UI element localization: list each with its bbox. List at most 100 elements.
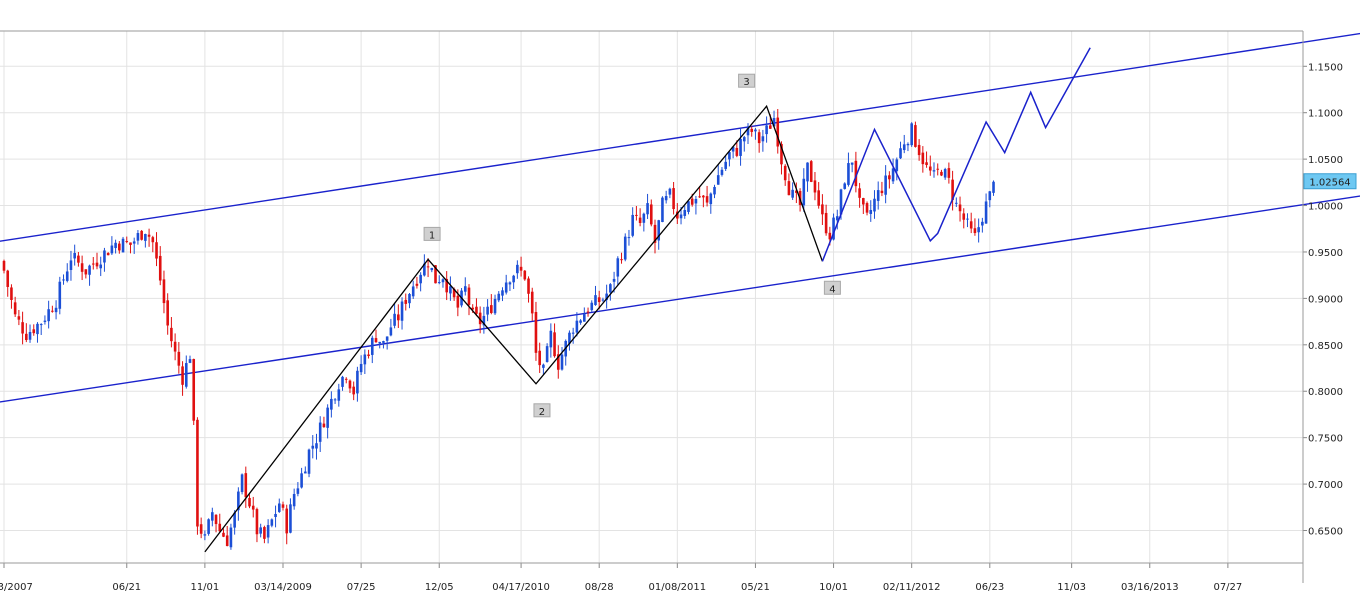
candle-body bbox=[62, 279, 65, 281]
candle-body bbox=[32, 329, 36, 334]
chart-svg: 1 2 3 4 1.1500 1.1000 1.0500 1.0000 0.9500 0.900… bbox=[0, 30, 1360, 593]
candle-body bbox=[888, 175, 891, 180]
candle-body bbox=[129, 242, 132, 245]
candle-body bbox=[891, 168, 895, 182]
candle-body bbox=[173, 341, 177, 352]
candle-body bbox=[761, 136, 765, 142]
candle-body bbox=[802, 178, 806, 206]
candle-body bbox=[218, 523, 222, 532]
candle-body bbox=[43, 320, 47, 322]
candle-body bbox=[969, 221, 973, 229]
candle-body bbox=[348, 380, 352, 389]
candle-body bbox=[344, 378, 348, 380]
candle-body bbox=[501, 290, 504, 296]
candle-body bbox=[103, 250, 106, 263]
candle-body bbox=[921, 152, 925, 165]
x-tick-label: 01/08/2011 bbox=[648, 582, 706, 593]
candle-body bbox=[490, 305, 493, 313]
candle-body bbox=[158, 255, 162, 281]
candle-body bbox=[612, 278, 616, 282]
candle-body bbox=[884, 175, 887, 195]
candle-body bbox=[493, 298, 497, 314]
x-tick-label: 06/21 bbox=[112, 582, 141, 593]
candle-body bbox=[110, 245, 114, 254]
candle-body bbox=[95, 262, 99, 267]
candle-body bbox=[992, 181, 995, 193]
candle-body bbox=[850, 162, 854, 165]
candle-body bbox=[36, 323, 39, 335]
candle-body bbox=[928, 166, 932, 171]
y-tick-label: 0.8000 bbox=[1308, 387, 1343, 398]
candle-body bbox=[661, 197, 664, 223]
candle-body bbox=[285, 508, 289, 534]
candle-body bbox=[144, 234, 147, 241]
candle-body bbox=[121, 238, 125, 253]
candle-body bbox=[560, 354, 564, 370]
candle-body bbox=[214, 514, 218, 525]
candle-body bbox=[981, 221, 984, 226]
candle-body bbox=[571, 332, 575, 334]
candle-body bbox=[13, 302, 17, 315]
candle-body bbox=[184, 363, 188, 387]
candle-body bbox=[73, 252, 76, 259]
candle-body bbox=[441, 279, 445, 283]
candle-body bbox=[326, 407, 329, 428]
candle-body bbox=[813, 180, 817, 193]
y-tick-label: 0.9000 bbox=[1308, 294, 1343, 305]
candle-body bbox=[2, 260, 6, 271]
candle-body bbox=[649, 204, 653, 225]
candle-body bbox=[419, 274, 422, 284]
candle-body bbox=[958, 204, 962, 212]
candle-body bbox=[847, 163, 850, 185]
candle-body bbox=[263, 527, 266, 539]
candle-body bbox=[25, 333, 28, 341]
candle-body bbox=[720, 169, 724, 175]
candle-body bbox=[876, 190, 880, 201]
candle-body bbox=[39, 324, 43, 326]
candle-body bbox=[668, 188, 672, 195]
candle-body bbox=[586, 311, 590, 313]
candle-body bbox=[65, 271, 69, 281]
candle-body bbox=[906, 143, 910, 146]
candle-body bbox=[203, 534, 207, 536]
candle-body bbox=[259, 527, 262, 534]
y-tick-label: 1.0000 bbox=[1308, 202, 1343, 213]
candle-body bbox=[378, 341, 382, 344]
candle-body bbox=[728, 152, 731, 160]
candle-body bbox=[333, 399, 337, 401]
candle-body bbox=[322, 423, 326, 428]
candle-body bbox=[330, 398, 333, 410]
candle-body bbox=[739, 138, 742, 156]
candle-body bbox=[962, 213, 966, 220]
candle-body bbox=[579, 320, 582, 323]
candle-body bbox=[337, 389, 341, 401]
candle-body bbox=[757, 132, 761, 144]
candle-body bbox=[627, 237, 631, 239]
candle-body bbox=[370, 337, 374, 355]
candle-body bbox=[118, 243, 121, 251]
candle-body bbox=[393, 313, 396, 326]
candle-body bbox=[984, 201, 988, 224]
candle-body bbox=[17, 316, 21, 320]
candle-body bbox=[646, 203, 649, 215]
plot-area bbox=[0, 31, 1303, 563]
candle-body bbox=[207, 519, 210, 534]
candle-body bbox=[977, 227, 980, 233]
candle-body bbox=[69, 260, 73, 270]
candle-body bbox=[289, 504, 292, 533]
candle-body bbox=[449, 286, 452, 294]
candle-body bbox=[754, 129, 757, 132]
candle-body bbox=[240, 474, 244, 493]
x-tick-label: 02/11/2012 bbox=[883, 582, 941, 593]
candle-body bbox=[192, 359, 196, 421]
candle-body bbox=[519, 266, 523, 271]
x-tick-label: 11/03 bbox=[1057, 582, 1086, 593]
candle-body bbox=[181, 366, 184, 385]
candle-body bbox=[943, 169, 947, 178]
candle-body bbox=[516, 264, 519, 274]
y-tick-label: 0.7000 bbox=[1308, 480, 1343, 491]
candle-body bbox=[672, 188, 675, 210]
candle-body bbox=[155, 242, 158, 259]
candle-body bbox=[724, 161, 727, 169]
candle-body bbox=[545, 346, 549, 362]
